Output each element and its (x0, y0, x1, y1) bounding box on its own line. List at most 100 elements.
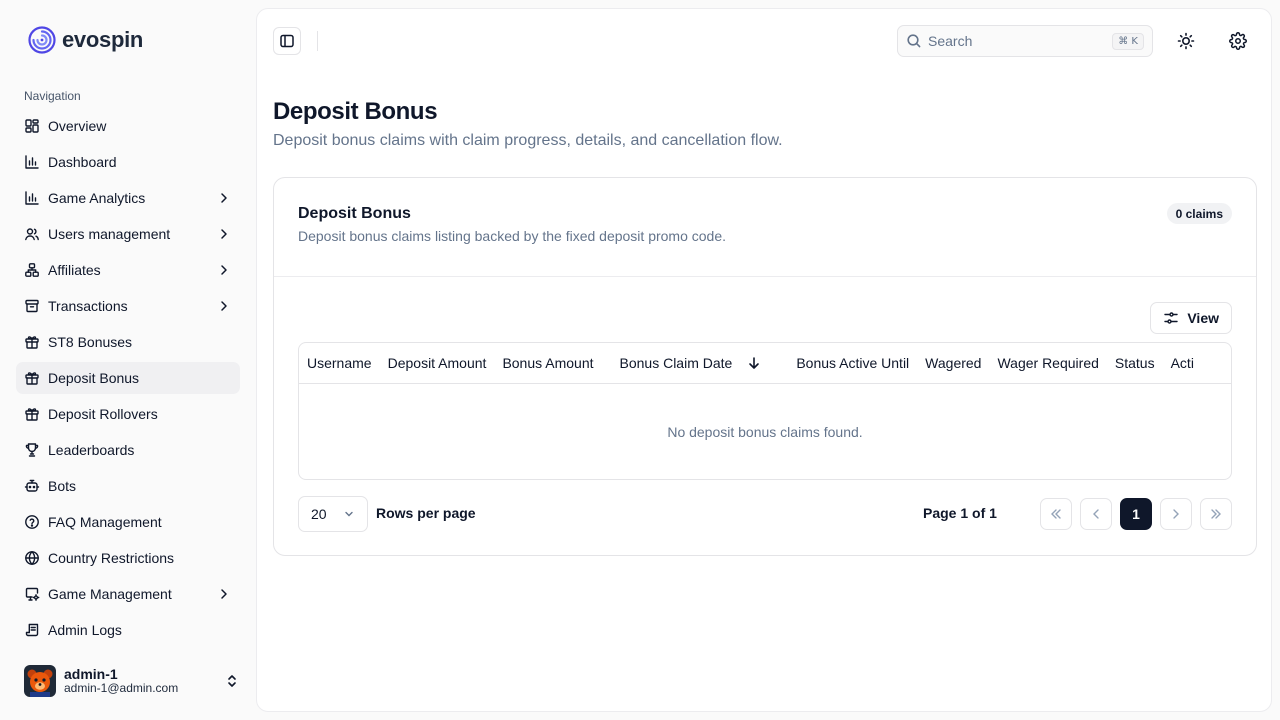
sidebar-item-admin-logs[interactable]: Admin Logs (16, 614, 240, 646)
sliders-icon (1164, 312, 1179, 324)
gear-icon (1229, 32, 1247, 50)
sidebar-item-label: Game Analytics (48, 190, 146, 206)
search-box[interactable]: ⌘ K (897, 25, 1153, 57)
column-bonus-amount[interactable]: Bonus Amount (494, 355, 611, 371)
column-wagered[interactable]: Wagered (917, 355, 989, 371)
search-shortcut-badge: ⌘ K (1112, 32, 1144, 50)
column-bonus-active-until[interactable]: Bonus Active Until (788, 355, 917, 371)
help-circle-icon (25, 515, 39, 529)
panel-left-icon (280, 34, 294, 48)
rows-per-page-label: Rows per page (376, 505, 476, 521)
brand-name: evospin (62, 27, 144, 52)
sidebar: evospin Navigation Overview Dashboard Game… (0, 0, 256, 720)
sidebar-item-label: Leaderboards (48, 442, 135, 458)
sidebar-item-label: Deposit Bonus (48, 370, 140, 386)
sidebar-nav: Overview Dashboard Game Analytics Users man… (16, 110, 240, 650)
sidebar-item-label: Dashboard (48, 154, 117, 170)
column-wager-required[interactable]: Wager Required (989, 355, 1106, 371)
chevron-right-icon (221, 589, 227, 599)
avatar (24, 665, 56, 697)
sidebar-item-label: Users management (48, 226, 171, 242)
brand[interactable]: evospin (28, 26, 143, 54)
user-menu[interactable]: admin-1 admin-1@admin.com (24, 664, 240, 698)
archive-icon (25, 299, 39, 313)
previous-page-button[interactable] (1080, 498, 1112, 530)
table-header: Username Deposit Amount Bonus Amount Bon… (299, 343, 1231, 384)
chevrons-right-icon (1211, 509, 1221, 519)
card-title: Deposit Bonus (298, 205, 411, 222)
chevron-right-icon (221, 229, 227, 239)
empty-state-text: No deposit bonus claims found. (667, 423, 863, 440)
users-icon (25, 228, 39, 241)
next-page-button[interactable] (1160, 498, 1192, 530)
user-name: admin-1 (64, 666, 118, 683)
sidebar-item-label: Affiliates (48, 262, 101, 278)
grid-icon (25, 119, 39, 133)
rows-per-page-select[interactable]: 20 (298, 496, 368, 532)
sidebar-item-label: Admin Logs (48, 622, 122, 638)
theme-toggle-button[interactable] (1174, 29, 1198, 53)
chevrons-left-icon (1051, 509, 1061, 519)
first-page-button[interactable] (1040, 498, 1072, 530)
bot-icon (24, 479, 40, 492)
deposit-bonus-card: Deposit Bonus Deposit bonus claims listi… (273, 177, 1257, 556)
chevron-right-icon (221, 301, 227, 311)
sidebar-item-label: Game Management (48, 586, 172, 602)
sidebar-toggle-button[interactable] (273, 27, 301, 55)
sidebar-item-label: Overview (48, 118, 107, 134)
view-columns-button[interactable]: View (1150, 302, 1232, 334)
network-icon (25, 263, 39, 277)
sidebar-item-leaderboards[interactable]: Leaderboards (16, 434, 240, 466)
sidebar-item-users-management[interactable]: Users management (16, 218, 240, 250)
gift-icon (25, 408, 39, 421)
last-page-button[interactable] (1200, 498, 1232, 530)
scroll-icon (25, 623, 39, 637)
chevrons-up-down-icon (228, 675, 236, 687)
sidebar-item-faq-management[interactable]: FAQ Management (16, 506, 240, 538)
sidebar-item-affiliates[interactable]: Affiliates (16, 254, 240, 286)
bar-chart-icon (25, 155, 39, 169)
sidebar-item-dashboard[interactable]: Dashboard (16, 146, 240, 178)
sidebar-item-game-management[interactable]: Game Management (16, 578, 240, 610)
claims-count-badge: 0 claims (1166, 203, 1232, 224)
sidebar-item-label: ST8 Bonuses (48, 334, 133, 350)
pagination: 20 Rows per page Page 1 of 1 1 (298, 496, 1232, 532)
card-divider (274, 276, 1256, 277)
chevron-down-icon (345, 511, 353, 517)
sidebar-item-game-analytics[interactable]: Game Analytics (16, 182, 240, 214)
sidebar-item-bots[interactable]: Bots (16, 470, 240, 502)
column-username[interactable]: Username (299, 355, 380, 371)
topbar-separator (317, 31, 318, 51)
main-panel: ⌘ K Deposit Bonus Deposit bonus claims w… (256, 8, 1272, 712)
sidebar-item-transactions[interactable]: Transactions (16, 290, 240, 322)
claims-table: Username Deposit Amount Bonus Amount Bon… (298, 342, 1232, 480)
page-1-button[interactable]: 1 (1120, 498, 1152, 530)
gift-icon (25, 372, 39, 385)
evospin-logo-icon (28, 26, 56, 54)
monitor-icon (25, 587, 40, 601)
sidebar-item-label: Deposit Rollovers (48, 406, 158, 422)
sidebar-item-overview[interactable]: Overview (16, 110, 240, 142)
sidebar-item-deposit-rollovers[interactable]: Deposit Rollovers (16, 398, 240, 430)
page-subtitle: Deposit bonus claims with claim progress… (273, 132, 783, 149)
globe-icon (25, 551, 39, 565)
sidebar-item-deposit-bonus[interactable]: Deposit Bonus (16, 362, 240, 394)
page-title: Deposit Bonus (273, 98, 438, 125)
chevron-right-icon (221, 193, 227, 203)
card-description: Deposit bonus claims listing backed by t… (298, 228, 727, 244)
chevron-right-icon (221, 265, 227, 275)
chevron-right-icon (1173, 509, 1179, 519)
chevron-left-icon (1093, 509, 1099, 519)
sun-icon (1177, 32, 1195, 50)
sidebar-item-country-restrictions[interactable]: Country Restrictions (16, 542, 240, 574)
column-deposit-amount[interactable]: Deposit Amount (380, 355, 495, 371)
settings-button[interactable] (1226, 29, 1250, 53)
gift-icon (25, 336, 39, 349)
column-bonus-claim-date[interactable]: Bonus Claim Date (612, 355, 789, 371)
user-email: admin-1@admin.com (64, 681, 179, 696)
search-input[interactable] (928, 33, 1113, 49)
column-actions[interactable]: Acti (1163, 355, 1202, 371)
sidebar-item-st8-bonuses[interactable]: ST8 Bonuses (16, 326, 240, 358)
column-status[interactable]: Status (1107, 355, 1163, 371)
bar-chart-icon (25, 191, 39, 205)
